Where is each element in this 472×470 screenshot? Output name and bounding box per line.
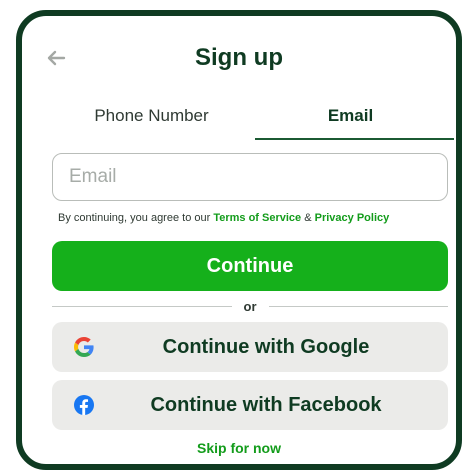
- privacy-policy-link[interactable]: Privacy Policy: [315, 212, 390, 224]
- terms-prefix: By continuing, you agree to our: [58, 212, 214, 224]
- divider-line-left: [52, 305, 232, 307]
- terms-of-service-link[interactable]: Terms of Service: [213, 212, 301, 224]
- continue-with-facebook-button[interactable]: Continue with Facebook: [52, 380, 448, 430]
- email-input[interactable]: [52, 153, 448, 201]
- facebook-icon: [74, 395, 94, 415]
- facebook-button-label: Continue with Facebook: [150, 394, 382, 416]
- terms-joiner: &: [301, 212, 315, 224]
- tab-phone-number[interactable]: Phone Number: [52, 104, 251, 140]
- divider-label: or: [243, 298, 257, 314]
- continue-with-google-button[interactable]: Continue with Google: [52, 322, 448, 372]
- phone-frame: Sign up Phone Number Email By continuing…: [16, 10, 462, 470]
- or-divider: or: [52, 298, 448, 314]
- continue-button[interactable]: Continue: [52, 241, 448, 291]
- tab-email[interactable]: Email: [251, 104, 454, 140]
- divider-line-right: [268, 305, 448, 307]
- skip-for-now-link[interactable]: Skip for now: [22, 440, 456, 456]
- page-title: Sign up: [195, 44, 283, 71]
- google-button-label: Continue with Google: [162, 336, 370, 358]
- google-icon: [74, 337, 94, 357]
- signup-method-tabs: Phone Number Email: [52, 104, 454, 140]
- terms-notice: By continuing, you agree to our Terms of…: [58, 212, 389, 224]
